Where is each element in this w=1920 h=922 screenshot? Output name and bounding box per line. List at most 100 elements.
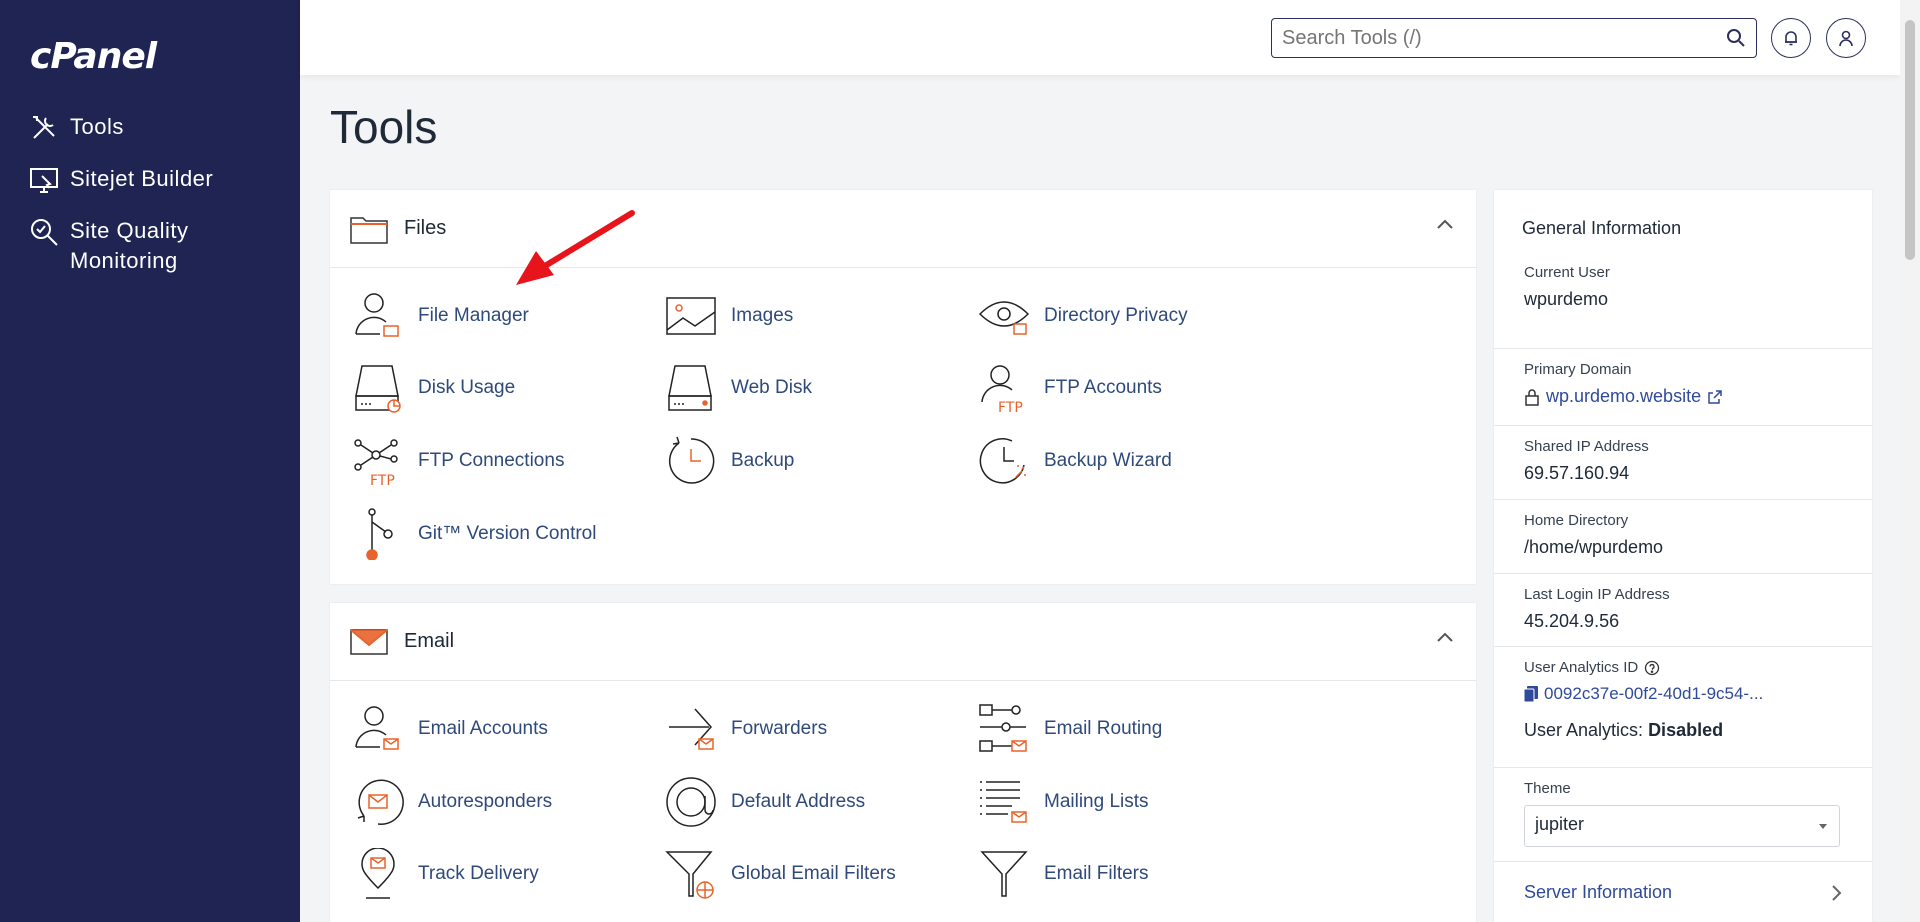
tool-email-routing[interactable]: Email Routing — [976, 699, 1162, 759]
page-scrollbar[interactable] — [1900, 0, 1920, 922]
backup-icon — [668, 436, 715, 484]
tool-label: Global Email Filters — [731, 863, 896, 884]
theme-label: Theme — [1524, 780, 1571, 797]
user-menu-button[interactable] — [1826, 18, 1866, 58]
tool-label: Default Address — [731, 791, 866, 812]
tool-label: Backup Wizard — [1044, 450, 1172, 471]
tools-icon — [33, 116, 55, 139]
external-link-icon — [1708, 389, 1722, 404]
user-analytics-id-link[interactable]: 0092c37e-00f2-40d1-9c54-... — [1524, 684, 1872, 704]
svg-text:FTP: FTP — [370, 473, 395, 487]
tool-directory-privacy[interactable]: Directory Privacy — [976, 286, 1188, 346]
user-analytics-id-label-text: User Analytics ID — [1524, 659, 1639, 676]
tool-default-address[interactable]: Default Address — [663, 772, 865, 832]
sidebar-item-tools[interactable]: Tools — [28, 112, 288, 144]
user-analytics-row: User Analytics ID 0092c37e-00f2-40d1-9c5… — [1494, 646, 1872, 767]
email-panel-header[interactable]: Email — [330, 603, 1476, 681]
shared-ip-label: Shared IP Address — [1524, 438, 1649, 455]
tool-label: Track Delivery — [418, 863, 539, 884]
tool-label: Autoresponders — [418, 791, 553, 812]
tool-disk-usage[interactable]: Disk Usage — [350, 358, 515, 418]
sidebar-item-site-quality-monitoring[interactable]: Site Quality Monitoring — [28, 216, 288, 276]
sidebar-item-sitejet-builder[interactable]: Sitejet Builder — [28, 164, 288, 196]
tool-label: Forwarders — [731, 718, 828, 739]
eye-folder-icon — [978, 301, 1030, 335]
sidebar-item-label: Tools — [70, 114, 124, 139]
tool-autoresponders[interactable]: Autoresponders — [350, 772, 552, 832]
tool-global-email-filters[interactable]: Global Email Filters — [663, 844, 896, 904]
autoresponders-icon — [357, 779, 404, 825]
search-box — [1271, 18, 1757, 58]
envelope-icon — [350, 628, 388, 655]
theme-select[interactable]: jupiter — [1524, 805, 1840, 847]
tool-label: Images — [731, 305, 794, 326]
help-icon[interactable] — [1644, 660, 1660, 676]
tool-label: Mailing Lists — [1044, 791, 1149, 812]
at-sign-icon — [666, 777, 716, 827]
files-panel-header[interactable]: Files — [330, 190, 1476, 268]
files-panel-title: Files — [404, 217, 447, 239]
web-disk-icon — [668, 365, 712, 411]
email-routing-icon — [979, 704, 1027, 752]
theme-selected-value: jupiter — [1535, 814, 1585, 834]
global-filter-icon — [665, 851, 714, 899]
server-information-link[interactable]: Server Information — [1494, 861, 1872, 921]
tool-label: Git™ Version Control — [418, 523, 597, 544]
tool-email-filters[interactable]: Email Filters — [976, 844, 1149, 904]
search-icon[interactable] — [1726, 28, 1746, 48]
top-bar — [300, 0, 1900, 75]
lock-icon — [1525, 388, 1539, 406]
chevron-right-icon — [1832, 885, 1842, 901]
tool-forwarders[interactable]: Forwarders — [663, 699, 827, 759]
file-manager-icon — [355, 293, 399, 337]
primary-domain-label: Primary Domain — [1524, 361, 1632, 378]
tool-label: Web Disk — [731, 377, 812, 398]
tool-ftp-accounts[interactable]: FTP FTP Accounts — [976, 358, 1162, 418]
search-input[interactable] — [1272, 19, 1702, 57]
tool-label: Email Routing — [1044, 718, 1163, 739]
primary-domain-row: Primary Domain wp.urdemo.website — [1494, 348, 1872, 425]
tool-git-version-control[interactable]: Git™ Version Control — [350, 504, 596, 564]
tool-ftp-connections[interactable]: FTP FTP Connections — [350, 431, 564, 491]
tool-label: Disk Usage — [418, 377, 516, 398]
tool-track-delivery[interactable]: Track Delivery — [350, 844, 539, 904]
email-panel: Email Email Accounts Forwarders Email Ro… — [330, 603, 1476, 922]
user-analytics-id-label: User Analytics ID — [1524, 659, 1872, 676]
notifications-button[interactable] — [1771, 18, 1811, 58]
user-icon — [1839, 30, 1853, 47]
user-analytics-status-value: Disabled — [1648, 720, 1724, 740]
bell-icon — [1785, 31, 1797, 46]
tool-web-disk[interactable]: Web Disk — [663, 358, 812, 418]
tool-label: Directory Privacy — [1044, 305, 1188, 326]
tool-label: File Manager — [418, 305, 529, 326]
image-icon — [666, 297, 716, 335]
copy-icon — [1524, 686, 1538, 702]
user-analytics-status: User Analytics: Disabled — [1524, 720, 1872, 741]
user-analytics-id-value: 0092c37e-00f2-40d1-9c54-... — [1544, 684, 1764, 703]
tool-images[interactable]: Images — [663, 286, 793, 346]
git-icon — [366, 508, 393, 560]
tool-email-accounts[interactable]: Email Accounts — [350, 699, 548, 759]
filter-icon — [980, 851, 1028, 897]
scrollbar-thumb[interactable] — [1905, 20, 1915, 260]
mailing-lists-icon — [980, 781, 1027, 823]
tool-file-manager[interactable]: File Manager — [350, 286, 529, 346]
monitor-icon — [30, 168, 58, 193]
chevron-up-icon[interactable] — [1436, 631, 1454, 643]
cpanel-logo[interactable]: cPanel — [30, 36, 157, 77]
sidebar-nav: Tools Sitejet Builder Site Quality Monit… — [28, 112, 288, 296]
home-directory-value: /home/wpurdemo — [1524, 537, 1664, 557]
tool-mailing-lists[interactable]: Mailing Lists — [976, 772, 1149, 832]
tool-label: FTP Accounts — [1044, 377, 1162, 398]
chevron-up-icon[interactable] — [1436, 218, 1454, 230]
tool-backup-wizard[interactable]: Backup Wizard — [976, 431, 1172, 491]
user-analytics-status-label: User Analytics: — [1524, 720, 1644, 740]
current-user-value: wpurdemo — [1524, 289, 1609, 309]
primary-domain-link[interactable]: wp.urdemo.website — [1524, 386, 1872, 407]
sidebar-item-label: Sitejet Builder — [70, 166, 214, 191]
ftp-accounts-icon: FTP — [981, 365, 1023, 414]
primary-domain-value: wp.urdemo.website — [1546, 386, 1702, 406]
caret-down-icon — [1819, 824, 1827, 829]
tool-label: Email Filters — [1044, 863, 1149, 884]
tool-backup[interactable]: Backup — [663, 431, 794, 491]
